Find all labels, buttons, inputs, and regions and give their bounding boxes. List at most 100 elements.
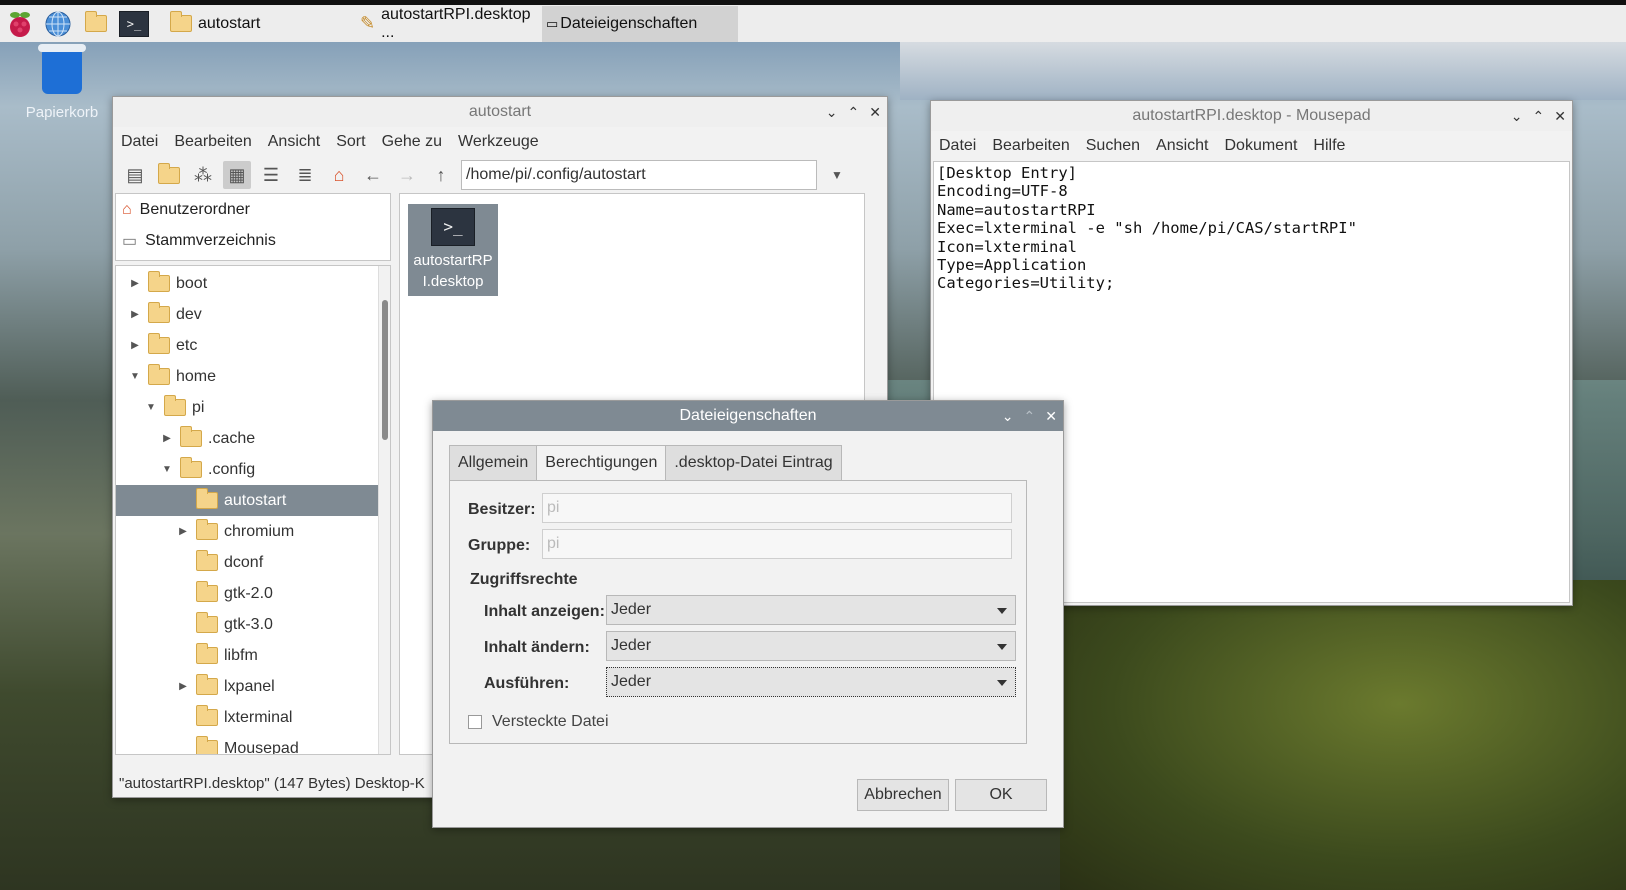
menu-ansicht[interactable]: Ansicht <box>1156 137 1208 155</box>
back-arrow-icon[interactable]: ← <box>359 161 387 189</box>
tree-node[interactable]: ▼ .config <box>116 454 390 485</box>
file-manager-icon[interactable] <box>78 7 114 41</box>
taskbar-item-autostart[interactable]: autostart <box>162 6 352 42</box>
trash-icon <box>38 44 86 94</box>
address-dropdown-icon[interactable]: ▼ <box>823 161 851 189</box>
tab-berechtigungen[interactable]: Berechtigungen <box>536 445 667 481</box>
execute-select[interactable]: Jeder <box>606 667 1016 697</box>
tree-node[interactable]: ▼ home <box>116 361 390 392</box>
menu-ansicht[interactable]: Ansicht <box>268 133 320 151</box>
dialog-tabs: Allgemein Berechtigungen .desktop-Datei … <box>449 445 842 481</box>
menu-bearbeiten[interactable]: Bearbeiten <box>174 133 251 151</box>
tab-allgemein[interactable]: Allgemein <box>449 445 538 481</box>
terminal-file-icon: >_ <box>431 208 475 246</box>
tree-node[interactable]: libfm <box>116 640 390 671</box>
folder-icon <box>180 457 202 478</box>
checkbox-box[interactable] <box>468 715 482 729</box>
directory-tree: ▶ boot ▶ dev ▶ etc ▼ home ▼ pi ▶ .cache ▼ .config auto… <box>115 265 391 755</box>
menu-gehe-zu[interactable]: Gehe zu <box>382 133 442 151</box>
hidden-file-checkbox[interactable]: Versteckte Datei <box>468 713 609 731</box>
cancel-button[interactable]: Abbrechen <box>857 779 949 811</box>
folder-icon <box>180 426 202 447</box>
expanded-arrow-icon[interactable]: ▼ <box>144 402 158 413</box>
group-label: Gruppe: <box>468 537 531 554</box>
view-list-icon[interactable]: ≣ <box>291 161 319 189</box>
menu-werkzeuge[interactable]: Werkzeuge <box>458 133 539 151</box>
chevron-down-icon <box>997 680 1007 686</box>
access-rights-heading: Zugriffsrechte <box>470 571 578 588</box>
new-window-icon[interactable]: ▤ <box>121 161 149 189</box>
tree-node[interactable]: ▶ chromium <box>116 516 390 547</box>
place-home[interactable]: ⌂ Benutzerordner <box>116 194 390 225</box>
expanded-arrow-icon[interactable]: ▼ <box>128 371 142 382</box>
menu-suchen[interactable]: Suchen <box>1086 137 1140 155</box>
tree-node[interactable]: ▶ boot <box>116 268 390 299</box>
tree-node[interactable]: ▶ dev <box>116 299 390 330</box>
raspberry-menu-icon[interactable] <box>2 7 38 41</box>
minimize-icon[interactable]: ⌄ <box>1002 408 1014 425</box>
home-icon[interactable]: ⌂ <box>325 161 353 189</box>
maximize-icon[interactable]: ⌃ <box>1024 408 1036 425</box>
menu-dokument[interactable]: Dokument <box>1224 137 1297 155</box>
up-arrow-icon[interactable]: ↑ <box>427 161 455 189</box>
wallpaper-clouds <box>900 40 1626 100</box>
expanded-arrow-icon[interactable]: ▼ <box>160 464 174 475</box>
tree-node[interactable]: Mousepad <box>116 733 390 754</box>
collapsed-arrow-icon[interactable]: ▶ <box>128 340 142 351</box>
taskbar-item-properties[interactable]: ▭ Dateieigenschaften <box>542 5 738 42</box>
maximize-icon[interactable]: ⌃ <box>848 104 860 121</box>
tree-node[interactable]: lxterminal <box>116 702 390 733</box>
menu-sort[interactable]: Sort <box>336 133 365 151</box>
maximize-icon[interactable]: ⌃ <box>1533 108 1545 125</box>
collapsed-arrow-icon[interactable]: ▶ <box>176 681 190 692</box>
new-folder-icon[interactable] <box>155 161 183 189</box>
menu-bearbeiten[interactable]: Bearbeiten <box>992 137 1069 155</box>
mousepad-titlebar[interactable]: autostartRPI.desktop - Mousepad ⌄ ⌃ ✕ <box>931 101 1572 131</box>
tree-node[interactable]: ▶ .cache <box>116 423 390 454</box>
file-manager-toolbar: ▤ ⁂ ▦ ☰ ≣ ⌂ ← → ↑ /home/pi/.config/autos… <box>113 157 887 193</box>
collapsed-arrow-icon[interactable]: ▶ <box>160 433 174 444</box>
collapsed-arrow-icon[interactable]: ▶ <box>128 309 142 320</box>
group-field: pi <box>542 529 1012 559</box>
tab-desktop-eintrag[interactable]: .desktop-Datei Eintrag <box>665 445 842 481</box>
menu-datei[interactable]: Datei <box>121 133 158 151</box>
place-root[interactable]: ▭ Stammverzeichnis <box>116 225 390 256</box>
view-content-select[interactable]: Jeder <box>606 595 1016 625</box>
file-manager-titlebar[interactable]: autostart ⌄ ⌃ ✕ <box>113 97 887 127</box>
forward-arrow-icon[interactable]: → <box>393 161 421 189</box>
menu-datei[interactable]: Datei <box>939 137 976 155</box>
taskbar-item-mousepad[interactable]: ✎ autostartRPI.desktop ... <box>352 6 542 42</box>
tree-node[interactable]: autostart <box>116 485 390 516</box>
collapsed-arrow-icon[interactable]: ▶ <box>128 278 142 289</box>
dialog-titlebar[interactable]: Dateieigenschaften ⌄ ⌃ ✕ <box>433 401 1063 431</box>
minimize-icon[interactable]: ⌄ <box>826 104 838 121</box>
menu-hilfe[interactable]: Hilfe <box>1313 137 1345 155</box>
browser-globe-icon[interactable] <box>40 7 76 41</box>
tree-node[interactable]: ▶ lxpanel <box>116 671 390 702</box>
close-icon[interactable]: ✕ <box>1045 408 1057 425</box>
edit-content-select[interactable]: Jeder <box>606 631 1016 661</box>
tree-node[interactable]: dconf <box>116 547 390 578</box>
address-bar[interactable]: /home/pi/.config/autostart <box>461 160 817 190</box>
terminal-icon[interactable]: >_ <box>116 7 152 41</box>
ok-button[interactable]: OK <box>955 779 1047 811</box>
folder-icon <box>148 271 170 292</box>
file-autostartrpi-desktop[interactable]: >_ autostartRP I.desktop <box>408 204 498 296</box>
close-icon[interactable]: ✕ <box>1554 108 1566 125</box>
view-compact-icon[interactable]: ☰ <box>257 161 285 189</box>
collapsed-arrow-icon[interactable]: ▶ <box>176 526 190 537</box>
folder-icon <box>196 674 218 695</box>
view-icons-icon[interactable]: ⁂ <box>189 161 217 189</box>
wallpaper-trees <box>1060 580 1626 890</box>
tree-node[interactable]: ▼ pi <box>116 392 390 423</box>
tree-node[interactable]: gtk-3.0 <box>116 609 390 640</box>
tree-node[interactable]: ▶ etc <box>116 330 390 361</box>
close-icon[interactable]: ✕ <box>869 104 881 121</box>
minimize-icon[interactable]: ⌄ <box>1511 108 1523 125</box>
dialog-title: Dateieigenschaften <box>679 407 817 424</box>
tree-node[interactable]: gtk-2.0 <box>116 578 390 609</box>
view-thumbnails-icon[interactable]: ▦ <box>223 161 251 189</box>
tree-scrollbar[interactable] <box>378 266 390 754</box>
trash-desktop-icon[interactable]: Papierkorb <box>22 44 102 121</box>
file-manager-menubar: Datei Bearbeiten Ansicht Sort Gehe zu We… <box>113 127 887 157</box>
